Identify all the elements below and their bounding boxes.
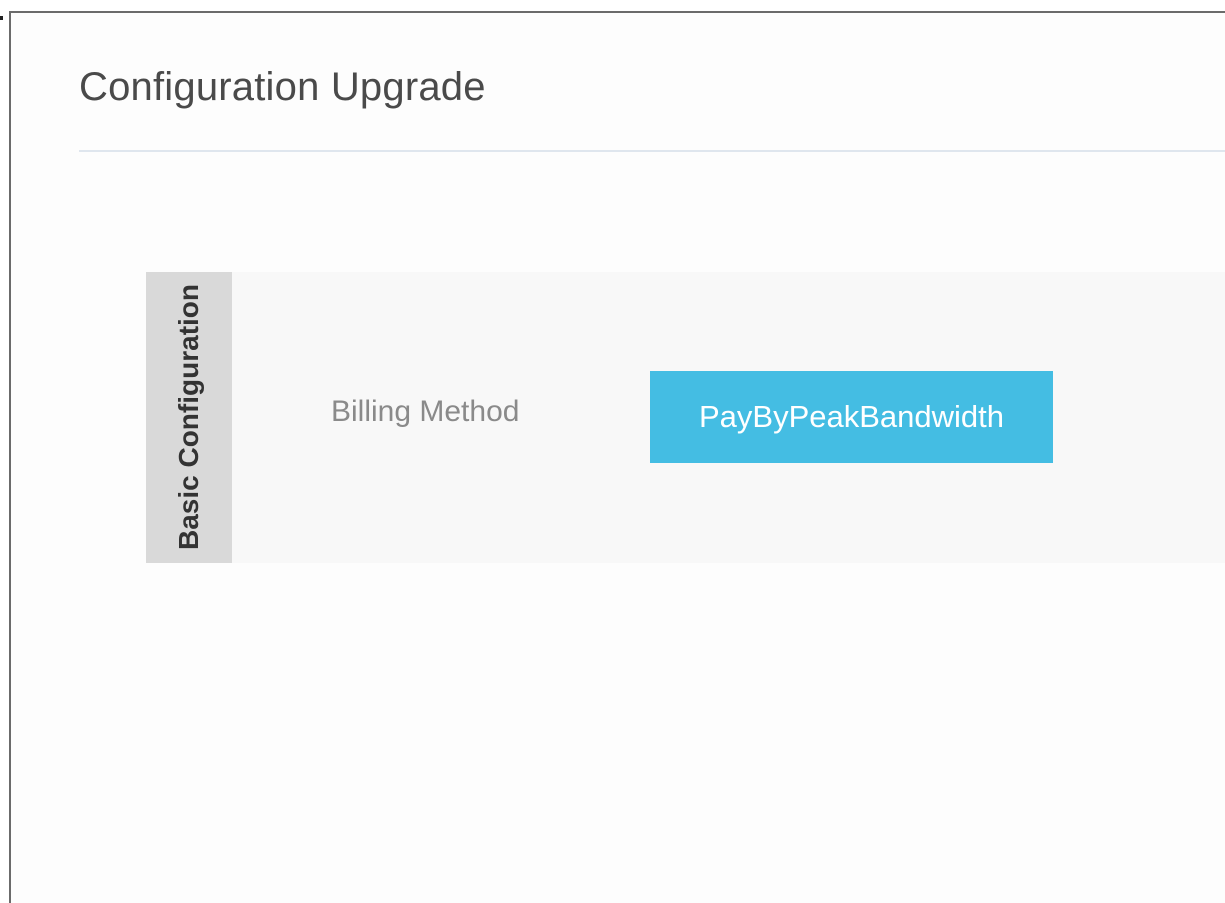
billing-method-option-button[interactable]: PayByPeakBandwidth <box>650 371 1053 463</box>
section-tab: Basic Configuration <box>146 272 232 563</box>
basic-configuration-section: Basic Configuration Billing Method PayBy… <box>146 272 1225 563</box>
billing-method-label: Billing Method <box>331 395 520 428</box>
corner-mark <box>0 16 3 20</box>
page-title: Configuration Upgrade <box>79 65 486 109</box>
title-divider <box>79 150 1225 152</box>
dialog-window: Configuration Upgrade Basic Configuratio… <box>9 11 1225 903</box>
section-tab-label: Basic Configuration <box>173 283 204 551</box>
